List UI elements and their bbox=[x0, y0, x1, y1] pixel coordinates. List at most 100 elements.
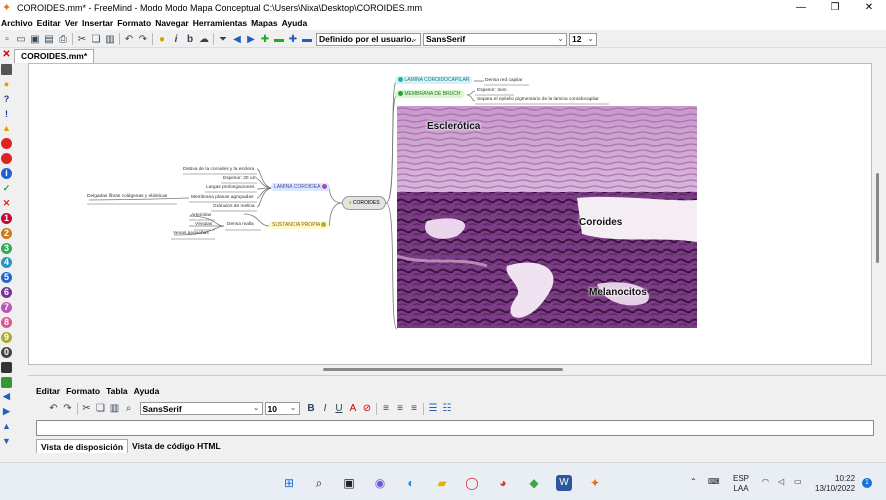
cut-icon[interactable]: ✂ bbox=[77, 34, 88, 45]
save-icon[interactable]: ▣ bbox=[30, 34, 41, 45]
close-button[interactable]: ✕ bbox=[852, 0, 886, 16]
filter-icon[interactable]: ⏷ bbox=[218, 34, 229, 45]
minimize-button[interactable]: — bbox=[784, 0, 818, 16]
pane-divider[interactable] bbox=[28, 375, 886, 379]
canvas-vertical-scrollbar[interactable] bbox=[872, 63, 884, 365]
child-node-venulas[interactable]: Vénulas bbox=[195, 222, 212, 228]
edge-icon[interactable]: ◐ bbox=[403, 475, 419, 491]
save-as-icon[interactable]: ▤ bbox=[44, 34, 55, 45]
clock[interactable]: 10:22 13/10/2022 bbox=[815, 474, 855, 494]
priority-9-icon[interactable]: 9 bbox=[1, 331, 12, 343]
node-lamina-coroidocapilar[interactable]: LAMINA COROIDOCAPILAR bbox=[395, 76, 473, 84]
windows-start-icon[interactable]: ⊞ bbox=[281, 475, 297, 491]
search-icon[interactable]: ⌕ bbox=[311, 475, 327, 491]
new-file-icon[interactable]: ▫ bbox=[2, 34, 13, 45]
mindmap-canvas[interactable]: Distiva de la coroides y la esclera Espe… bbox=[28, 63, 872, 365]
size-combo[interactable]: 12 ⌄ bbox=[569, 32, 597, 46]
menu-formato[interactable]: Formato bbox=[117, 18, 151, 28]
histology-image-node[interactable]: Esclerótica Coroides Melanocitos bbox=[397, 106, 697, 328]
menu-ver[interactable]: Ver bbox=[65, 18, 78, 28]
idea-icon[interactable]: ● bbox=[1, 79, 12, 90]
redo-icon[interactable]: ↷ bbox=[138, 34, 149, 45]
info-icon[interactable]: i bbox=[1, 168, 12, 180]
priority-2-icon[interactable]: 2 bbox=[1, 227, 12, 239]
no-entry-icon[interactable] bbox=[1, 153, 12, 165]
left-arrow-icon[interactable]: ◀ bbox=[1, 391, 12, 402]
word-icon[interactable]: W bbox=[556, 475, 572, 491]
canvas-horizontal-scrollbar[interactable] bbox=[28, 365, 872, 373]
cross-icon[interactable]: ✕ bbox=[1, 198, 12, 209]
note-editor-area[interactable] bbox=[36, 420, 874, 436]
language-indicator[interactable]: ESP LAA bbox=[733, 474, 749, 494]
traffic-light-2-icon[interactable] bbox=[1, 376, 12, 388]
editor-font-combo[interactable]: SansSerif ⌄ bbox=[139, 402, 263, 415]
bullet-list-icon[interactable]: ☰ bbox=[428, 403, 439, 414]
style-combo[interactable]: Definido por el usuario. ⌄ bbox=[316, 32, 421, 46]
underline-icon[interactable]: U bbox=[334, 403, 345, 414]
child-node-densa-malla[interactable]: Densa malla bbox=[227, 222, 254, 228]
app-icon[interactable]: ◆ bbox=[526, 475, 542, 491]
task-view-icon[interactable]: ▣ bbox=[341, 475, 357, 491]
editor-menu-ayuda[interactable]: Ayuda bbox=[134, 386, 160, 398]
editor-menu-tabla[interactable]: Tabla bbox=[106, 386, 128, 398]
find-icon[interactable]: ⌕ bbox=[123, 403, 134, 414]
priority-5-icon[interactable]: 5 bbox=[1, 272, 12, 284]
copy-icon[interactable]: ❏ bbox=[91, 34, 102, 45]
priority-3-icon[interactable]: 3 bbox=[1, 242, 12, 254]
child-node-venas-pequenas[interactable]: Venas pequeñas bbox=[173, 231, 209, 237]
undo-icon[interactable]: ↶ bbox=[124, 34, 135, 45]
root-node-coroides[interactable]: ● COROIDES bbox=[342, 196, 386, 210]
check-icon[interactable]: ✓ bbox=[1, 183, 12, 194]
child-node-separa-epitelio[interactable]: Separa el epitelio pigmentario de la lam… bbox=[477, 97, 599, 103]
italic-icon[interactable]: I bbox=[320, 403, 331, 414]
chrome-icon[interactable]: ◕ bbox=[495, 475, 511, 491]
menu-herramientas[interactable]: Herramientas bbox=[193, 18, 247, 28]
align-center-icon[interactable]: ≡ bbox=[395, 403, 406, 414]
editor-menu-formato[interactable]: Formato bbox=[66, 386, 100, 398]
child-node-prolongaciones[interactable]: Largas prolongaciones bbox=[206, 185, 255, 191]
down-arrow-icon[interactable]: ▼ bbox=[1, 436, 12, 447]
print-icon[interactable]: ⎙ bbox=[58, 34, 69, 45]
traffic-light-icon[interactable] bbox=[1, 361, 12, 373]
paste-icon[interactable]: ▥ bbox=[105, 34, 116, 45]
opera-icon[interactable]: ◯ bbox=[464, 475, 480, 491]
italic-icon[interactable]: i bbox=[171, 34, 182, 45]
file-explorer-icon[interactable]: ▰ bbox=[434, 475, 450, 491]
priority-7-icon[interactable]: 7 bbox=[1, 302, 12, 314]
battery-icon[interactable]: ▭ bbox=[794, 477, 802, 486]
undo-icon[interactable]: ↶ bbox=[48, 403, 59, 414]
align-left-icon[interactable]: ≡ bbox=[381, 403, 392, 414]
remove-all-icon[interactable] bbox=[1, 63, 12, 75]
child-node-distiva[interactable]: Distiva de la coroides y la esclera bbox=[183, 167, 254, 173]
copy-icon[interactable]: ❏ bbox=[95, 403, 106, 414]
notification-badge[interactable]: 1 bbox=[862, 478, 872, 488]
bold-icon[interactable]: b bbox=[185, 34, 196, 45]
bold-icon[interactable]: B bbox=[306, 403, 317, 414]
clear-format-icon[interactable]: ⊘ bbox=[362, 403, 373, 414]
stop-icon[interactable] bbox=[1, 138, 12, 150]
tab-vista-disposicion[interactable]: Vista de disposición bbox=[36, 439, 129, 453]
child-node-espesor[interactable]: Espesor: 30 um bbox=[223, 176, 257, 182]
cut-icon[interactable]: ✂ bbox=[81, 403, 92, 414]
align-right-icon[interactable]: ≡ bbox=[409, 403, 420, 414]
freemind-butterfly-icon[interactable]: ✦ bbox=[587, 475, 603, 491]
scrollbar-thumb[interactable] bbox=[323, 368, 563, 371]
warning-icon[interactable]: ▲ bbox=[1, 123, 12, 134]
tab-coroides[interactable]: COROIDES.mm* bbox=[14, 49, 95, 63]
menu-editar[interactable]: Editar bbox=[37, 18, 61, 28]
text-color-icon[interactable]: A bbox=[348, 403, 359, 414]
child-node-membrana-planas[interactable]: Membrana planas agrupadas bbox=[191, 195, 253, 201]
node-lamina-coroidea[interactable]: LAMINA COROIDEA bbox=[271, 183, 330, 191]
open-folder-icon[interactable]: ▭ bbox=[16, 34, 27, 45]
collapse-icon[interactable]: ▬ bbox=[302, 34, 313, 45]
volume-icon[interactable]: ◁ bbox=[778, 477, 784, 486]
exclamation-icon[interactable]: ! bbox=[1, 109, 12, 120]
zoom-in-icon[interactable]: ✚ bbox=[260, 34, 271, 45]
keyboard-icon[interactable]: ⌨ bbox=[708, 477, 720, 486]
chat-icon[interactable]: ◉ bbox=[372, 475, 388, 491]
numbered-list-icon[interactable]: ☷ bbox=[442, 403, 453, 414]
child-node-granulos[interactable]: Gránulos de melina bbox=[213, 204, 255, 210]
menu-archivo[interactable]: Archivo bbox=[1, 18, 33, 28]
child-node-arteriolas[interactable]: Arteriolas bbox=[191, 213, 211, 219]
lightbulb-icon[interactable]: ● bbox=[157, 34, 168, 45]
